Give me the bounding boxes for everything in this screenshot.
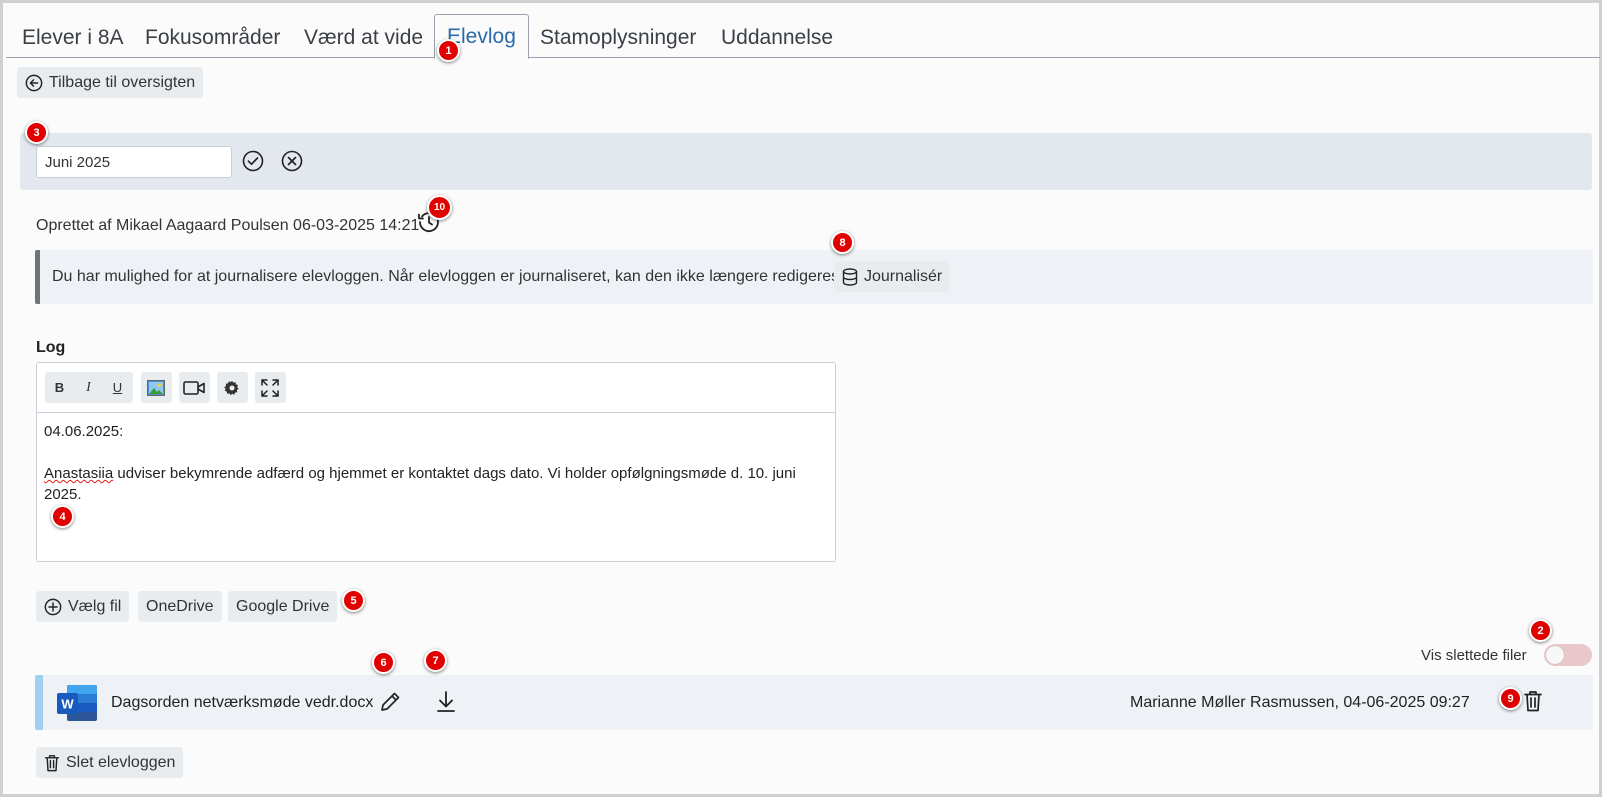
delete-log-label: Slet elevloggen bbox=[66, 753, 176, 771]
choose-file-button[interactable]: Vælg fil bbox=[36, 591, 130, 622]
badge-9: 9 bbox=[1499, 687, 1522, 710]
back-button-label: Tilbage til oversigten bbox=[49, 73, 196, 91]
video-icon bbox=[179, 372, 208, 403]
back-to-overview-button[interactable]: Tilbage til oversigten bbox=[17, 67, 204, 98]
tab-bar: Elever i 8A Fokusområder Værd at vide El… bbox=[6, 6, 1600, 59]
journal-info-text: Du har mulighed for at journalisere elev… bbox=[52, 268, 844, 285]
show-deleted-files-toggle[interactable] bbox=[1544, 644, 1592, 666]
tab-fokusomraader[interactable]: Fokusområder bbox=[145, 16, 280, 58]
tab-uddannelse[interactable]: Uddannelse bbox=[721, 16, 833, 58]
toggle-knob bbox=[1546, 646, 1564, 664]
google-drive-label: Google Drive bbox=[236, 597, 330, 615]
log-title-input[interactable] bbox=[36, 146, 232, 178]
file-row: W Dagsorden netværksmøde vedr.docx Maria… bbox=[35, 675, 1593, 730]
badge-8: 8 bbox=[831, 231, 854, 254]
badge-5: 5 bbox=[342, 589, 365, 612]
trash-icon bbox=[44, 754, 60, 771]
image-icon bbox=[141, 372, 170, 403]
log-date-line: 04.06.2025: bbox=[44, 423, 124, 440]
created-by-text: Oprettet af Mikael Aagaard Poulsen 06-03… bbox=[36, 217, 420, 234]
video-button[interactable] bbox=[179, 372, 210, 403]
badge-4: 4 bbox=[51, 505, 74, 528]
settings-button[interactable] bbox=[217, 372, 248, 403]
onedrive-label: OneDrive bbox=[146, 597, 214, 615]
plus-circle-icon bbox=[44, 598, 62, 615]
delete-log-button[interactable]: Slet elevloggen bbox=[36, 747, 184, 778]
gear-icon bbox=[217, 372, 246, 403]
italic-button[interactable]: I bbox=[74, 372, 103, 403]
log-paragraph: Anastasiia udviser bekymrende adfærd og … bbox=[44, 463, 824, 505]
badge-10: 10 bbox=[427, 195, 452, 220]
tab-elever-i-8a[interactable]: Elever i 8A bbox=[22, 16, 124, 58]
bold-button[interactable]: B bbox=[45, 372, 74, 403]
fullscreen-icon bbox=[255, 372, 284, 403]
google-drive-button[interactable]: Google Drive bbox=[228, 591, 338, 622]
x-circle-icon[interactable] bbox=[281, 150, 303, 172]
pencil-icon[interactable] bbox=[379, 691, 401, 713]
show-deleted-files-label: Vis slettede filer bbox=[1421, 647, 1527, 664]
spellcheck-word: Anastasiia bbox=[44, 465, 114, 482]
badge-6-pencil: 6 bbox=[372, 651, 395, 674]
title-edit-bar bbox=[20, 133, 1592, 190]
tab-vaerd-at-vide[interactable]: Værd at vide bbox=[304, 16, 423, 58]
journal-info-box: Du har mulighed for at journalisere elev… bbox=[35, 250, 1593, 304]
word-file-icon: W bbox=[57, 685, 97, 721]
fullscreen-button[interactable] bbox=[255, 372, 286, 403]
editor-content[interactable]: 04.06.2025: Anastasiia udviser bekymrend… bbox=[44, 421, 824, 505]
underline-button[interactable]: U bbox=[103, 372, 132, 403]
arrow-left-circle-icon bbox=[25, 74, 43, 91]
onedrive-button[interactable]: OneDrive bbox=[138, 591, 222, 622]
badge-1: 1 bbox=[437, 39, 460, 62]
check-circle-icon[interactable] bbox=[242, 150, 264, 172]
trash-icon[interactable] bbox=[1523, 690, 1543, 712]
tab-stamoplysninger[interactable]: Stamoplysninger bbox=[540, 16, 696, 58]
download-icon[interactable] bbox=[435, 690, 457, 714]
badge-2: 2 bbox=[1529, 619, 1552, 642]
log-paragraph-text: udviser bekymrende adfærd og hjemmet er … bbox=[44, 465, 796, 503]
app-frame: Elever i 8A Fokusområder Værd at vide El… bbox=[0, 0, 1602, 797]
format-group: B I U bbox=[45, 372, 133, 403]
badge-3: 3 bbox=[25, 121, 48, 144]
svg-text:W: W bbox=[61, 697, 74, 712]
badge-7: 7 bbox=[424, 649, 447, 672]
file-uploader-info: Marianne Møller Rasmussen, 04-06-2025 09… bbox=[1130, 694, 1470, 711]
journalize-button-label: Journalisér bbox=[864, 267, 943, 285]
log-label: Log bbox=[36, 339, 66, 356]
database-icon bbox=[842, 267, 858, 286]
choose-file-label: Vælg fil bbox=[68, 597, 122, 615]
journalize-button[interactable]: Journalisér bbox=[834, 261, 951, 292]
log-editor: B I U 04.06.2025: Anastasiia udviser bek… bbox=[36, 362, 836, 562]
editor-toolbar: B I U bbox=[37, 363, 835, 413]
image-button[interactable] bbox=[141, 372, 172, 403]
file-name[interactable]: Dagsorden netværksmøde vedr.docx bbox=[111, 694, 373, 712]
